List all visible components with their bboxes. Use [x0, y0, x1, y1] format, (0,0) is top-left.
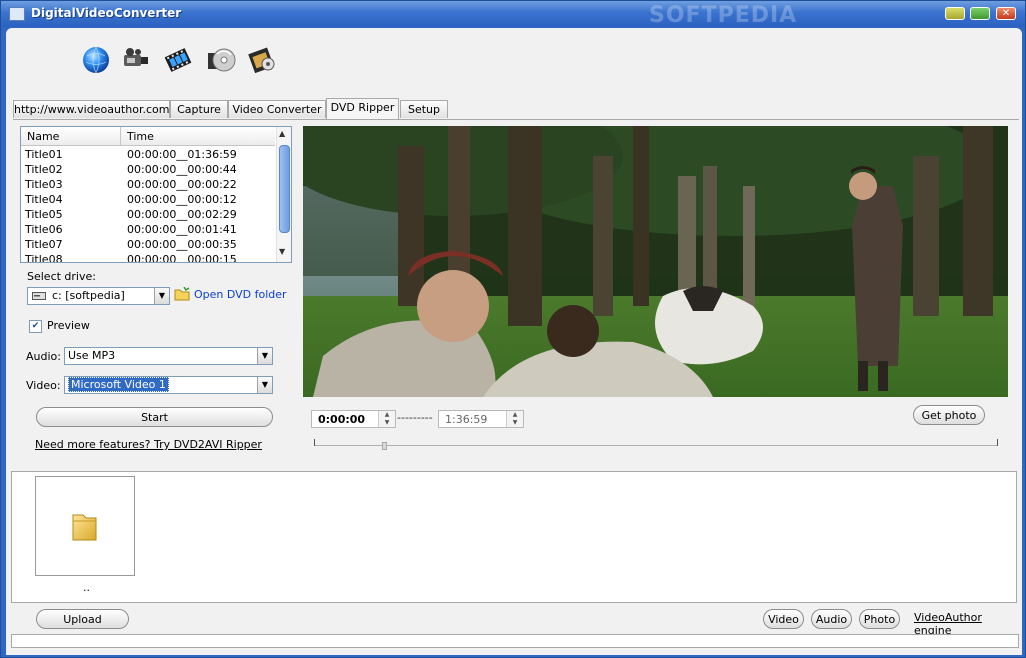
list-item[interactable]: Title06 00:00:00__00:01:41: [25, 222, 275, 237]
slider-handle[interactable]: [382, 442, 387, 450]
status-bar: [11, 634, 1019, 648]
video-select[interactable]: Microsoft Video 1 ▼: [64, 376, 273, 394]
tab-setup[interactable]: Setup: [400, 100, 448, 118]
audio-button[interactable]: Audio: [811, 609, 852, 629]
position-slider[interactable]: [314, 439, 998, 450]
spin-down-icon[interactable]: ▼: [513, 419, 518, 426]
film-settings-icon[interactable]: [247, 45, 277, 75]
slider-end-tick: [997, 439, 998, 446]
more-features-link[interactable]: Need more features? Try DVD2AVI Ripper: [35, 438, 262, 451]
photo-button[interactable]: Photo: [859, 609, 900, 629]
column-header-name[interactable]: Name: [27, 130, 59, 143]
folder-label: ..: [83, 581, 90, 594]
column-header-time[interactable]: Time: [127, 130, 154, 143]
list-item[interactable]: Title08 00:00:00__00:00:15: [25, 252, 275, 262]
list-item[interactable]: Title07 00:00:00__00:00:35: [25, 237, 275, 252]
window-title: DigitalVideoConverter: [31, 6, 182, 20]
softpedia-watermark: SOFTPEDIA: [649, 3, 798, 28]
chevron-down-icon[interactable]: ▼: [154, 288, 169, 304]
audio-value: Use MP3: [68, 349, 116, 362]
scroll-up-icon[interactable]: ▲: [279, 129, 285, 138]
drive-value: c: [softpedia]: [52, 289, 125, 302]
list-item[interactable]: Title01 00:00:00__01:36:59: [25, 147, 275, 162]
dvd-disc-icon[interactable]: [206, 45, 236, 75]
tab-video-converter[interactable]: Video Converter: [228, 100, 326, 118]
main-window: DigitalVideoConverter SOFTPEDIA ✕ http:/…: [0, 0, 1026, 658]
folder-open-icon: [174, 287, 190, 301]
end-time-value: 1:36:59: [445, 413, 488, 426]
film-strip-icon[interactable]: [163, 45, 193, 75]
tab-capture[interactable]: Capture: [170, 100, 228, 118]
spin-up-icon[interactable]: ▲: [513, 411, 518, 418]
app-icon: [9, 7, 25, 21]
video-preview: [303, 126, 1008, 397]
chevron-down-icon[interactable]: ▼: [257, 348, 272, 364]
globe-icon[interactable]: [81, 45, 111, 75]
tab-pane-border: [13, 119, 1019, 120]
select-drive-label: Select drive:: [27, 270, 96, 283]
list-item[interactable]: Title05 00:00:00__00:02:29: [25, 207, 275, 222]
dvd-titles-list[interactable]: Name Time Title01 00:00:00__01:36:59 Titl…: [20, 126, 292, 263]
spin-down-icon[interactable]: ▼: [385, 419, 390, 426]
scroll-down-icon[interactable]: ▼: [279, 247, 285, 256]
list-scrollbar[interactable]: ▲ ▼: [276, 127, 291, 262]
list-item[interactable]: [35, 476, 135, 576]
upload-button[interactable]: Upload: [36, 609, 129, 629]
start-button[interactable]: Start: [36, 407, 273, 427]
column-separator[interactable]: [120, 127, 121, 145]
video-label: Video:: [26, 379, 61, 392]
tab-dvd-ripper[interactable]: DVD Ripper: [326, 98, 399, 119]
minimize-button[interactable]: [945, 7, 965, 20]
file-browser[interactable]: ..: [11, 471, 1017, 603]
spin-up-icon[interactable]: ▲: [385, 411, 390, 418]
time-separator: ---------: [397, 411, 433, 424]
close-button[interactable]: ✕: [996, 7, 1016, 20]
maximize-button[interactable]: [970, 7, 990, 20]
start-time-value: 0:00:00: [318, 413, 366, 426]
get-photo-button[interactable]: Get photo: [913, 405, 985, 425]
scrollbar-thumb[interactable]: [279, 145, 290, 233]
audio-select[interactable]: Use MP3 ▼: [64, 347, 273, 365]
open-dvd-folder-label: Open DVD folder: [194, 288, 287, 301]
client-area: http://www.videoauthor.com Capture Video…: [6, 28, 1022, 655]
audio-label: Audio:: [26, 350, 61, 363]
drive-select[interactable]: c: [softpedia] ▼: [27, 287, 170, 305]
slider-start-tick: [314, 439, 315, 446]
preview-label: Preview: [47, 319, 90, 332]
drive-icon: [32, 288, 46, 304]
list-item[interactable]: Title03 00:00:00__00:00:22: [25, 177, 275, 192]
chevron-down-icon[interactable]: ▼: [257, 377, 272, 393]
list-header: Name Time: [21, 127, 275, 146]
start-time-spinner[interactable]: 0:00:00 ▲ ▼: [311, 410, 396, 428]
video-value: Microsoft Video 1: [68, 377, 169, 392]
preview-checkbox[interactable]: ✔: [29, 320, 42, 333]
end-time-spinner[interactable]: 1:36:59 ▲ ▼: [438, 410, 524, 428]
title-bar[interactable]: DigitalVideoConverter SOFTPEDIA ✕: [1, 1, 1025, 28]
video-button[interactable]: Video: [763, 609, 804, 629]
list-item[interactable]: Title04 00:00:00__00:00:12: [25, 192, 275, 207]
camcorder-icon[interactable]: [121, 45, 151, 75]
slider-track: [314, 445, 998, 446]
list-item[interactable]: Title02 00:00:00__00:00:44: [25, 162, 275, 177]
tab-videoauthor-website[interactable]: http://www.videoauthor.com: [13, 100, 170, 118]
folder-icon: [72, 514, 97, 541]
